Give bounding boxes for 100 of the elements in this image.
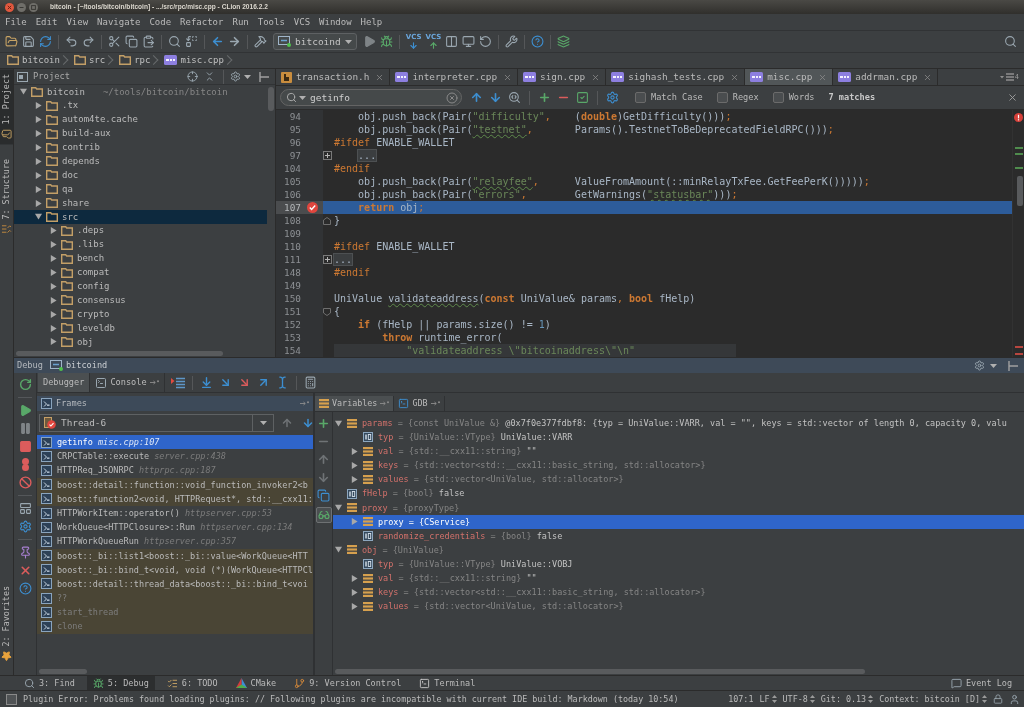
- expand-arrow-icon[interactable]: [50, 310, 57, 318]
- tool-window-tab[interactable]: 1: Project: [0, 69, 13, 145]
- expand-arrow-icon[interactable]: [351, 518, 358, 526]
- arrow-up-icon[interactable]: [470, 91, 483, 104]
- arrow-right-icon[interactable]: [228, 35, 241, 48]
- columns-icon[interactable]: [445, 35, 459, 48]
- glasses-icon[interactable]: [315, 507, 332, 523]
- clipboard-icon[interactable]: [142, 35, 155, 48]
- search-icon[interactable]: [168, 35, 181, 48]
- play-icon[interactable]: [18, 404, 32, 417]
- expand-arrow-icon[interactable]: [351, 574, 358, 582]
- search-icon[interactable]: [286, 92, 297, 103]
- menu-item[interactable]: Window: [315, 16, 356, 28]
- tool-window-button[interactable]: 3: Find: [18, 676, 81, 690]
- stack-frame[interactable]: HTTPWorkItem::operator() httpserver.cpp:53: [37, 505, 313, 521]
- expand-arrow-icon[interactable]: [35, 185, 42, 193]
- checkbox-label[interactable]: Words: [788, 92, 815, 103]
- caret-icon[interactable]: [260, 421, 267, 425]
- status-widget[interactable]: Context: bitcoin [D]: [879, 693, 987, 705]
- variable-item[interactable]: proxy = {CService}: [333, 514, 1024, 529]
- variable-item[interactable]: val = {std::__cxx11::string} "": [333, 444, 1024, 459]
- variable-item[interactable]: keys = {std::vector<std::__cxx11::basic_string, std::allocator>}: [333, 458, 1024, 473]
- tree-item[interactable]: share: [14, 196, 267, 210]
- pin-icon[interactable]: [18, 546, 32, 559]
- plus-icon[interactable]: [538, 91, 551, 104]
- variable-item[interactable]: obj = {UniValue}: [333, 542, 1024, 557]
- square-icon[interactable]: [6, 693, 17, 705]
- rotate-arrow-icon[interactable]: [18, 378, 32, 391]
- stack-frame[interactable]: WorkQueue<HTTPClosure>::Run httpserver.cpp:134: [37, 520, 313, 535]
- monitor-icon[interactable]: [462, 35, 476, 48]
- tree-item[interactable]: src: [14, 210, 267, 224]
- collapse-arrow-icon[interactable]: [335, 504, 342, 512]
- arrow-left-icon[interactable]: [211, 35, 224, 48]
- expand-arrow-icon[interactable]: [50, 241, 57, 249]
- plus-icon[interactable]: [317, 417, 330, 430]
- help-icon[interactable]: [18, 582, 32, 595]
- tree-item[interactable]: compat: [14, 265, 267, 280]
- expand-arrow-icon[interactable]: [351, 588, 358, 596]
- undo-icon[interactable]: [65, 35, 78, 48]
- expand-arrow-icon[interactable]: [50, 269, 57, 276]
- minimize-icon[interactable]: [1008, 360, 1018, 371]
- checklist-icon[interactable]: [1, 223, 12, 235]
- search-code-icon[interactable]: [508, 91, 521, 104]
- menu-item[interactable]: Code: [145, 16, 176, 28]
- menu-item[interactable]: Tools: [253, 16, 289, 28]
- expand-arrow-icon[interactable]: [35, 130, 42, 138]
- scrollbar[interactable]: [335, 669, 865, 674]
- terminal-icon[interactable]: [398, 398, 410, 409]
- copy-icon[interactable]: [125, 35, 138, 48]
- stack-frame[interactable]: HTTPReq_JSONRPC httprpc.cpp:187: [37, 463, 313, 478]
- debugger-tab[interactable]: Debugger: [38, 373, 91, 392]
- speech-bubble-icon[interactable]: [950, 677, 962, 689]
- expand-arrow-icon[interactable]: [50, 282, 57, 290]
- menu-item[interactable]: Edit: [31, 16, 62, 28]
- breadcrumb[interactable]: bitcoin: [4, 55, 71, 66]
- chevrons-icon[interactable]: [204, 71, 215, 82]
- variable-item[interactable]: values = {std::vector<UniValue, std::allocator>}: [333, 472, 1024, 487]
- expand-arrow-icon[interactable]: [351, 475, 358, 483]
- settings-icon[interactable]: [974, 360, 985, 371]
- tree-item[interactable]: qa: [14, 182, 267, 197]
- collapse-arrow-icon[interactable]: [335, 419, 342, 427]
- redo-icon[interactable]: [82, 35, 95, 48]
- expand-arrow-icon[interactable]: [35, 199, 42, 207]
- checklist-icon[interactable]: [166, 677, 178, 689]
- editor-tab[interactable]: sighash_tests.cpp: [606, 69, 746, 85]
- stack-frame[interactable]: getinfo misc.cpp:107: [37, 435, 313, 450]
- expand-arrow-icon[interactable]: [35, 144, 42, 151]
- variables-tab[interactable]: GDB: [394, 396, 445, 411]
- scrollbar[interactable]: [39, 669, 87, 674]
- close-icon[interactable]: [18, 564, 32, 577]
- collapse-arrow-icon[interactable]: [35, 213, 42, 221]
- tree-item[interactable]: consensus: [14, 293, 267, 308]
- arrow-up-icon[interactable]: [317, 453, 330, 466]
- expand-arrow-icon[interactable]: [50, 338, 57, 346]
- arrow-down-icon[interactable]: [409, 40, 419, 50]
- lock-icon[interactable]: [993, 694, 1003, 704]
- checkbox[interactable]: [772, 92, 784, 103]
- tool-window-button[interactable]: 6: TODO: [160, 676, 224, 690]
- session-tab[interactable]: bitcoind: [46, 360, 111, 371]
- maximize-button[interactable]: [29, 2, 38, 12]
- scissors-icon[interactable]: [108, 35, 121, 48]
- arrow-down-icon[interactable]: [302, 417, 314, 429]
- bug-icon[interactable]: [379, 35, 393, 48]
- rotate-arrow-icon[interactable]: [479, 35, 493, 48]
- tree-item[interactable]: .tx: [14, 98, 267, 113]
- tree-item[interactable]: bitcoin ~/tools/bitcoin/bitcoin: [14, 85, 267, 99]
- person-icon[interactable]: [1009, 693, 1020, 705]
- calculator-icon[interactable]: [303, 376, 317, 389]
- editor-tab[interactable]: misc.cpp: [745, 69, 834, 85]
- close-button[interactable]: [5, 2, 14, 12]
- menu-item[interactable]: Refactor: [176, 16, 228, 28]
- tree-item[interactable]: obj: [14, 335, 267, 349]
- menu-item[interactable]: View: [62, 16, 93, 28]
- close-icon[interactable]: [730, 72, 740, 82]
- settings-icon[interactable]: [18, 520, 32, 533]
- menu-item[interactable]: File: [1, 16, 31, 28]
- variable-item[interactable]: fHelp = {bool} false: [333, 486, 1024, 501]
- menu-item[interactable]: Help: [356, 16, 387, 28]
- variable-item[interactable]: val = {std::__cxx11::string} "": [333, 571, 1024, 586]
- expand-arrow-icon[interactable]: [351, 461, 358, 469]
